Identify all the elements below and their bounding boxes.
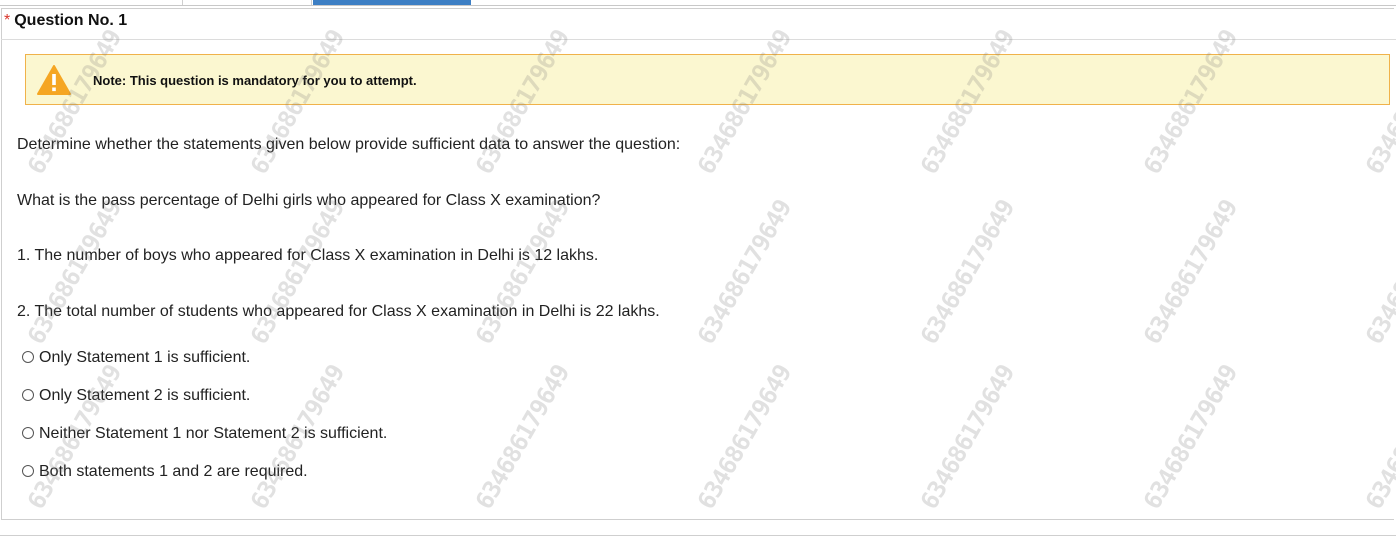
statement-2: 2. The total number of students who appe… bbox=[17, 303, 660, 320]
option-4[interactable]: Both statements 1 and 2 are required. bbox=[22, 463, 308, 481]
bottom-divider bbox=[0, 535, 1396, 536]
option-1-radio[interactable] bbox=[22, 351, 34, 363]
tab-strip bbox=[0, 0, 1396, 6]
mandatory-note: Note: This question is mandatory for you… bbox=[25, 54, 1390, 105]
option-4-label: Both statements 1 and 2 are required. bbox=[39, 463, 308, 480]
option-1[interactable]: Only Statement 1 is sufficient. bbox=[22, 349, 250, 367]
question-header: * Question No. 1 bbox=[4, 12, 127, 30]
option-2-label: Only Statement 2 is sufficient. bbox=[39, 387, 251, 404]
header-divider bbox=[1, 39, 1396, 40]
required-marker: * bbox=[4, 12, 11, 29]
option-3-radio[interactable] bbox=[22, 427, 34, 439]
statement-1: 1. The number of boys who appeared for C… bbox=[17, 247, 599, 264]
option-4-radio[interactable] bbox=[22, 465, 34, 477]
warning-icon bbox=[37, 65, 71, 95]
option-3-label: Neither Statement 1 nor Statement 2 is s… bbox=[39, 425, 388, 442]
note-text: Note: This question is mandatory for you… bbox=[93, 73, 417, 88]
instruction-text: Determine whether the statements given b… bbox=[17, 136, 681, 153]
question-text: What is the pass percentage of Delhi gir… bbox=[17, 192, 601, 209]
option-2[interactable]: Only Statement 2 is sufficient. bbox=[22, 387, 250, 405]
tab-strip-divider bbox=[0, 5, 1396, 6]
question-title: Question No. 1 bbox=[14, 12, 128, 29]
option-1-label: Only Statement 1 is sufficient. bbox=[39, 349, 251, 366]
option-3[interactable]: Neither Statement 1 nor Statement 2 is s… bbox=[22, 425, 387, 443]
option-2-radio[interactable] bbox=[22, 389, 34, 401]
